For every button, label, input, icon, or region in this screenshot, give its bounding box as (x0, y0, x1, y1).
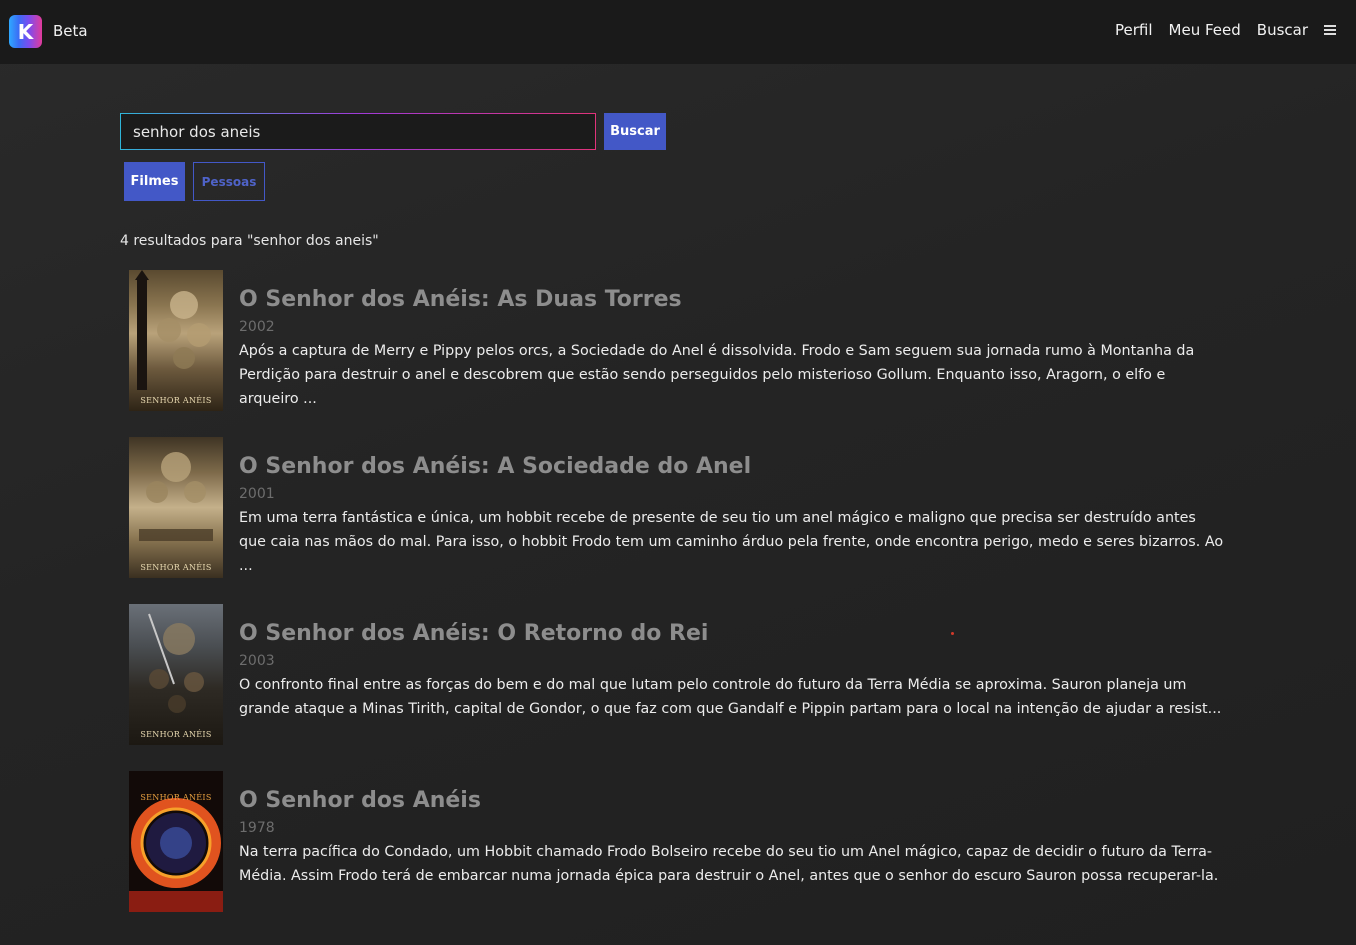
poster-title: SENHOR ANÉIS (140, 793, 212, 802)
app-logo[interactable]: K (9, 15, 42, 48)
result-item[interactable]: SENHOR ANÉIS O Senhor dos Anéis: A Socie… (129, 437, 1229, 578)
tab-pessoas[interactable]: Pessoas (193, 162, 265, 201)
result-item[interactable]: SENHOR ANÉIS O Senhor dos Anéis: As Duas… (129, 270, 1229, 411)
nav-link-perfil[interactable]: Perfil (1115, 21, 1153, 39)
movie-poster[interactable]: SENHOR ANÉIS (129, 270, 223, 411)
movie-title[interactable]: O Senhor dos Anéis (239, 786, 1229, 816)
result-item[interactable]: SENHOR ANÉIS O Senhor dos Anéis: O Retor… (129, 604, 1229, 745)
poster-title: SENHOR ANÉIS (140, 396, 212, 405)
movie-year: 2003 (239, 653, 275, 669)
movie-title[interactable]: O Senhor dos Anéis: O Retorno do Rei (239, 619, 1229, 649)
nav-link-meu-feed[interactable]: Meu Feed (1169, 21, 1241, 39)
movie-description: Em uma terra fantástica e única, um hobb… (239, 510, 1224, 574)
results-count: 4 resultados para "senhor dos aneis" (120, 233, 379, 249)
movie-year: 2002 (239, 319, 275, 335)
movie-poster[interactable]: SENHOR ANÉIS (129, 771, 223, 912)
poster-title: SENHOR ANÉIS (140, 730, 212, 739)
movie-poster[interactable]: SENHOR ANÉIS (129, 604, 223, 745)
movie-year: 1978 (239, 820, 275, 836)
movie-description: Na terra pacífica do Condado, um Hobbit … (239, 844, 1219, 884)
logo-letter: K (17, 19, 34, 44)
hamburger-icon[interactable] (1324, 25, 1336, 35)
movie-description: Após a captura de Merry e Pippy pelos or… (239, 343, 1195, 407)
poster-title: SENHOR ANÉIS (140, 563, 212, 572)
movie-title[interactable]: O Senhor dos Anéis: As Duas Torres (239, 285, 1229, 315)
nav-link-buscar[interactable]: Buscar (1257, 21, 1308, 39)
result-item[interactable]: SENHOR ANÉIS O Senhor dos Anéis 1978 Na … (129, 771, 1229, 912)
beta-label: Beta (53, 22, 88, 40)
top-navbar: K Beta Perfil Meu Feed Buscar (0, 0, 1356, 64)
movie-poster[interactable]: SENHOR ANÉIS (129, 437, 223, 578)
main-nav: Perfil Meu Feed Buscar (1099, 21, 1336, 39)
tab-filmes[interactable]: Filmes (124, 162, 185, 201)
decorative-dot (951, 632, 954, 635)
movie-description: O confronto final entre as forças do bem… (239, 677, 1222, 717)
movie-year: 2001 (239, 486, 275, 502)
movie-title[interactable]: O Senhor dos Anéis: A Sociedade do Anel (239, 452, 1229, 482)
search-button[interactable]: Buscar (604, 113, 666, 150)
search-input[interactable] (120, 113, 596, 150)
